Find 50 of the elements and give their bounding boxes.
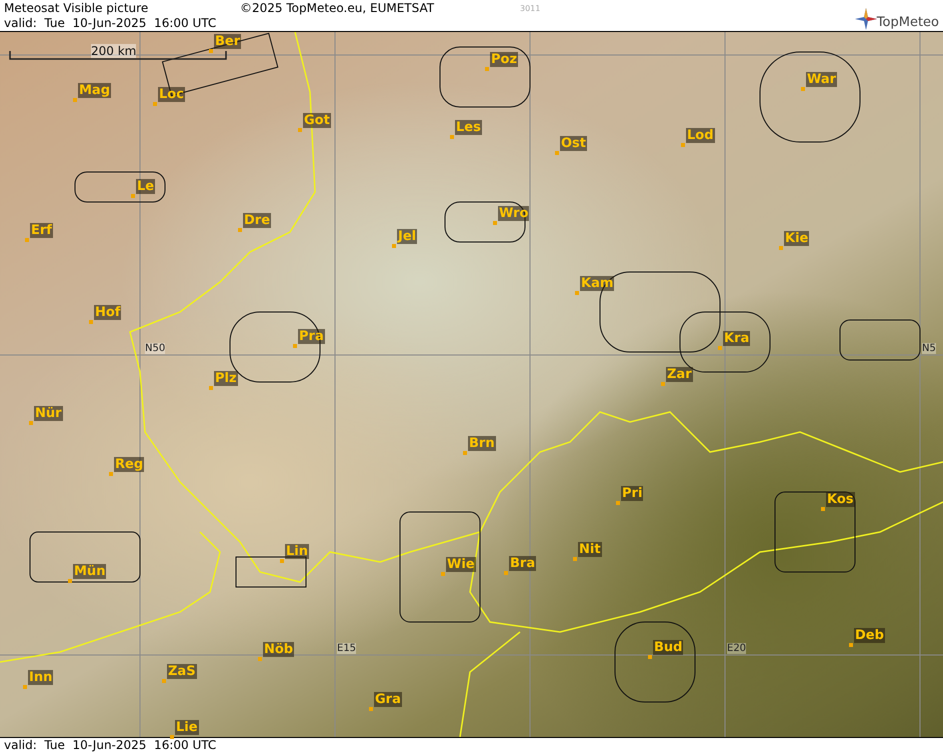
valid-time: valid: Tue 10-Jun-2025 16:00 UTC (4, 738, 216, 753)
city-label: Nöb (263, 642, 294, 657)
city-label: ZaS (167, 664, 197, 679)
city-label: Deb (854, 628, 885, 643)
map-title: Meteosat Visible picture (4, 0, 150, 16)
city-label: Ost (560, 136, 588, 151)
city-label: Erf (30, 223, 53, 238)
grid-label: N50 (145, 343, 166, 354)
city-label: Lod (686, 128, 715, 143)
city-label: War (806, 72, 838, 87)
city-label: Le (136, 179, 156, 194)
grid-label: E15 (337, 643, 356, 654)
city-label: Poz (490, 52, 518, 67)
image-code: 3011 (520, 2, 540, 14)
compass-star-icon (854, 8, 877, 30)
grid-label: E20 (727, 643, 746, 654)
city-label: Kam (580, 276, 614, 291)
grid-label: N5 (922, 343, 936, 354)
city-label: Kos (826, 492, 855, 507)
city-label: Les (455, 120, 482, 135)
city-label: Mag (78, 83, 112, 98)
city-label: Nür (34, 406, 63, 421)
city-label: Dre (243, 213, 272, 228)
city-label: Ber (214, 34, 242, 49)
city-label: Inn (28, 670, 54, 685)
city-label: Mün (73, 564, 106, 579)
city-label: Gra (374, 692, 402, 707)
scale-label: 200 km (91, 44, 136, 58)
city-label: Lie (175, 720, 199, 735)
city-label: Pra (298, 329, 325, 344)
valid-time: valid: Tue 10-Jun-2025 16:00 UTC (4, 16, 216, 30)
city-label: Reg (114, 457, 144, 472)
copyright-text: ©2025 TopMeteo.eu, EUMETSAT (240, 0, 436, 16)
city-label: Plz (214, 371, 238, 386)
city-label: Pri (621, 486, 644, 501)
city-label: Brn (468, 436, 496, 451)
city-label: Kra (723, 331, 750, 346)
city-label: Lin (285, 544, 309, 559)
city-label: Wie (446, 557, 476, 572)
city-label: Nit (578, 542, 602, 557)
city-label: Bud (653, 640, 684, 655)
city-label: Kie (784, 231, 810, 246)
city-label: Got (303, 113, 331, 128)
city-label: Loc (158, 87, 185, 102)
city-label: Jel (397, 229, 418, 244)
city-label: Bra (509, 556, 536, 571)
logo-text: TopMeteo (876, 15, 939, 30)
city-label: Wro (498, 206, 530, 221)
city-label: Hof (94, 305, 122, 320)
city-label: Zar (666, 367, 693, 382)
